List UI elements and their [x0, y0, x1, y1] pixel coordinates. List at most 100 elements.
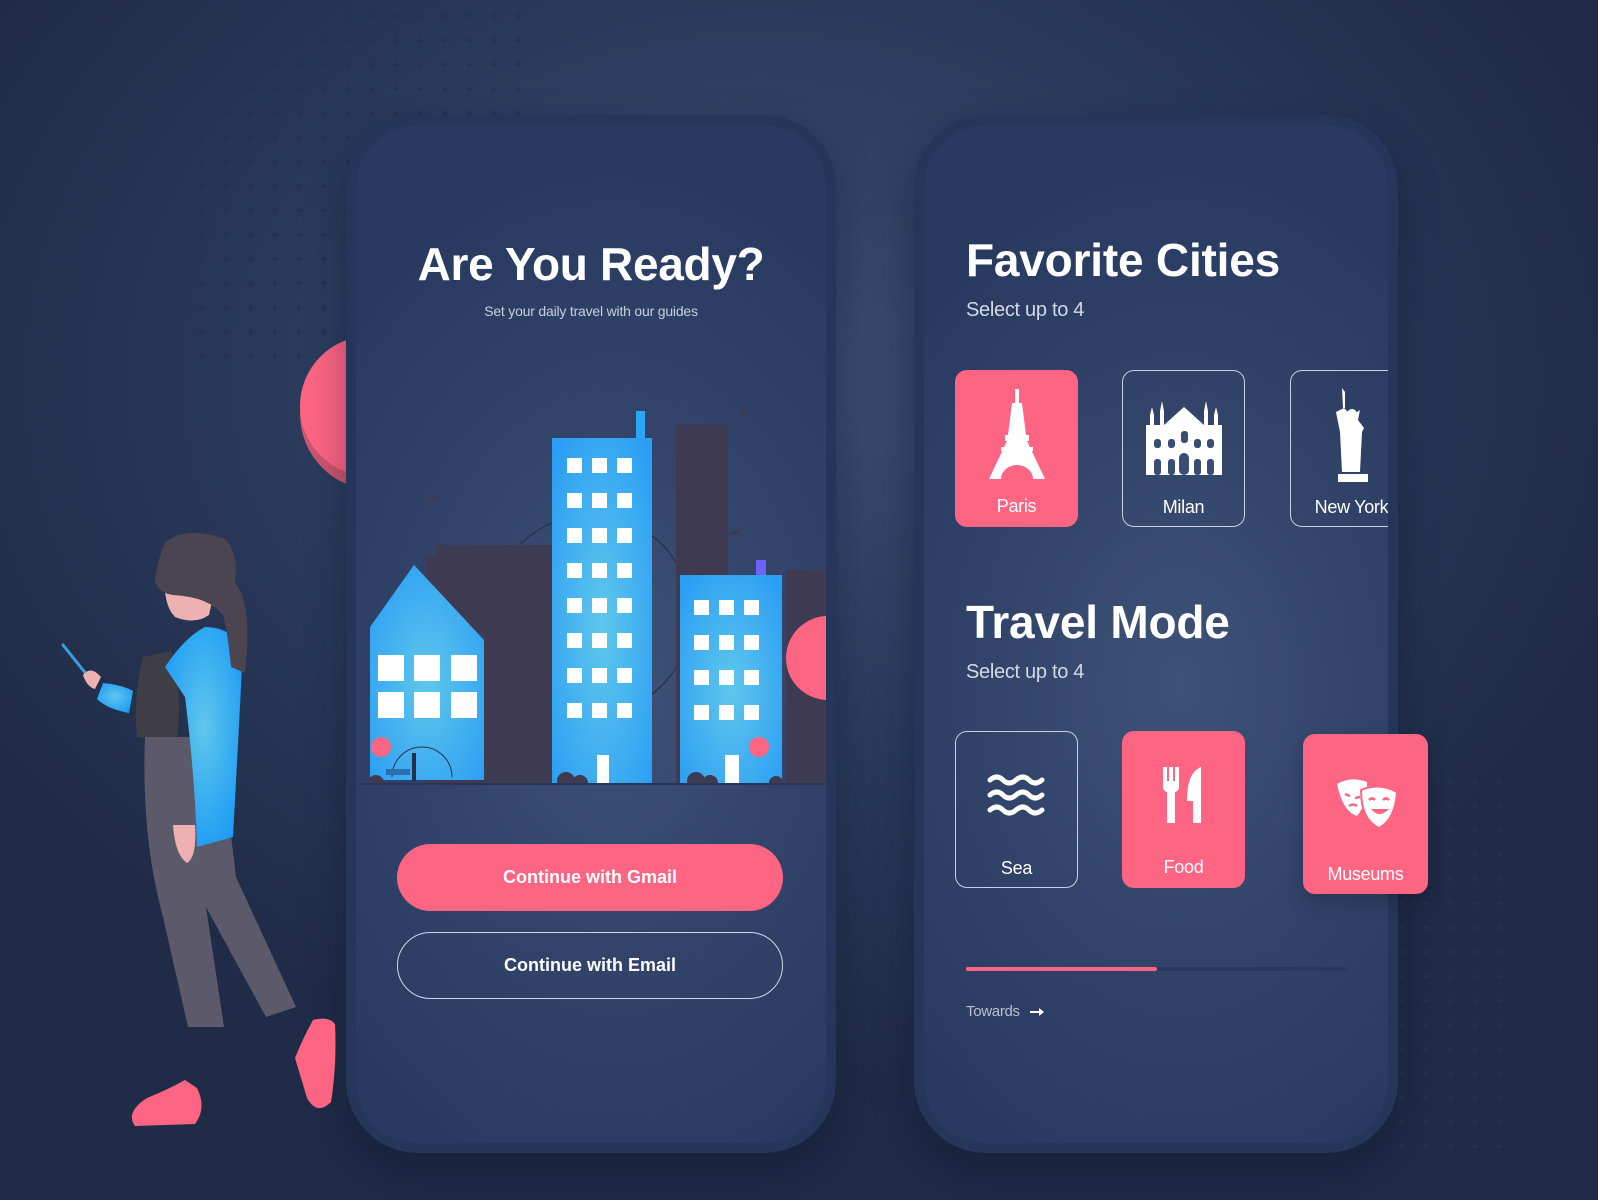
background-star-dot	[246, 133, 255, 142]
onboarding-phone: Are You Ready? Set your daily travel wit…	[346, 115, 836, 1153]
background-star-dot	[319, 157, 328, 166]
theater-masks-icon	[1333, 758, 1399, 850]
travel-mode-card-sea[interactable]: Sea	[955, 731, 1078, 888]
continue-with-gmail-button[interactable]: Continue with Gmail	[397, 844, 783, 911]
background-star-dot	[198, 352, 206, 361]
window	[694, 600, 709, 615]
background-star-dot	[246, 157, 255, 166]
city-card-paris[interactable]: Paris	[955, 370, 1078, 527]
background-star-dot	[368, 109, 377, 118]
background-star-dot	[270, 84, 279, 93]
background-star-dot	[319, 255, 328, 263]
background-star-dot	[513, 60, 522, 69]
background-star-dot	[222, 327, 231, 336]
background-star-dot	[1446, 778, 1455, 786]
background-star-dot	[1446, 996, 1455, 1005]
background-star-dot	[489, 36, 498, 45]
background-star-dot	[246, 60, 255, 69]
waves-icon	[987, 750, 1047, 842]
background-star-dot	[1398, 996, 1406, 1005]
background-star-dot	[1470, 1093, 1479, 1102]
background-star-dot	[198, 109, 206, 118]
travel-mode-card-museums[interactable]: Museums	[1303, 734, 1428, 894]
background-star-dot	[1470, 1142, 1479, 1151]
background-star-dot	[222, 182, 231, 191]
background-star-dot	[270, 12, 279, 20]
window	[617, 668, 632, 683]
background-star-dot	[295, 279, 304, 288]
background-star-dot	[1470, 875, 1479, 884]
background-star-dot	[246, 230, 255, 239]
background-star-dot	[270, 230, 279, 239]
background-star-dot	[1446, 1142, 1455, 1151]
background-star-dot	[222, 12, 231, 20]
background-star-dot	[343, 84, 352, 93]
background-star-dot	[198, 36, 206, 45]
background-star-dot	[295, 84, 304, 93]
city-card-label: Milan	[1162, 497, 1205, 517]
background-star-dot	[1495, 972, 1504, 981]
background-star-dot	[295, 255, 304, 263]
background-star-dot	[1422, 1093, 1431, 1102]
background-star-dot	[1446, 802, 1455, 811]
travel-mode-card-food[interactable]: Food	[1122, 731, 1245, 888]
background-star-dot	[1470, 1118, 1479, 1127]
city-skyline-illustration	[356, 410, 826, 785]
background-star-dot	[1446, 1118, 1455, 1127]
background-star-dot	[465, 12, 474, 20]
background-star-dot	[319, 133, 328, 142]
background-star-dot	[198, 182, 206, 191]
background-star-dot	[416, 60, 425, 69]
background-star-dot	[1495, 1045, 1504, 1054]
background-star-dot	[1495, 1069, 1504, 1078]
background-star-dot	[343, 133, 352, 142]
eiffel-tower-icon	[987, 388, 1047, 480]
background-star-dot	[368, 60, 377, 69]
background-star-dot	[246, 206, 255, 215]
background-star-dot	[1470, 899, 1479, 908]
background-star-dot	[1398, 899, 1406, 908]
background-star-dot	[222, 133, 231, 142]
background-star-dot	[295, 157, 304, 166]
background-star-dot	[1446, 1093, 1455, 1102]
background-star-dot	[222, 206, 231, 215]
background-star-dot	[222, 230, 231, 239]
city-card-milan[interactable]: Milan	[1122, 370, 1245, 527]
background-star-dot	[246, 182, 255, 191]
background-star-dot	[1470, 1069, 1479, 1078]
background-star-dot	[1470, 778, 1479, 786]
background-star-dot	[441, 60, 449, 69]
towards-next-link[interactable]: Towards	[966, 1003, 1044, 1020]
background-star-dot	[319, 36, 328, 45]
window	[744, 635, 759, 650]
background-star-dot	[222, 60, 231, 69]
city-card-new-york[interactable]: New York	[1290, 370, 1388, 527]
background-star-dot	[1398, 1118, 1406, 1127]
travel-mode-hint: Select up to 4	[966, 661, 1085, 683]
milan-cathedral-icon	[1145, 389, 1222, 481]
continue-with-email-button[interactable]: Continue with Email	[397, 932, 783, 999]
background-star-dot	[319, 303, 328, 312]
background-star-dot	[246, 279, 255, 288]
background-star-dot	[198, 303, 206, 312]
background-star-dot	[198, 157, 206, 166]
window	[719, 635, 734, 650]
window	[744, 670, 759, 685]
background-star-dot	[319, 12, 328, 20]
background-star-dot	[270, 157, 279, 166]
background-star-dot	[513, 84, 522, 93]
background-star-dot	[1398, 948, 1406, 957]
background-star-dot	[1446, 826, 1455, 835]
background-star-dot	[270, 36, 279, 45]
background-star-dot	[319, 327, 328, 336]
window	[719, 670, 734, 685]
background-star-dot	[270, 109, 279, 118]
background-star-dot	[1495, 996, 1504, 1005]
arrow-right-icon	[1029, 1003, 1044, 1020]
background-star-dot	[1495, 826, 1504, 835]
background-star-dot	[319, 206, 328, 215]
window	[592, 493, 607, 508]
statue-of-liberty-icon	[1332, 388, 1372, 482]
background-star-dot	[1422, 1021, 1431, 1029]
background-star-dot	[441, 84, 449, 93]
